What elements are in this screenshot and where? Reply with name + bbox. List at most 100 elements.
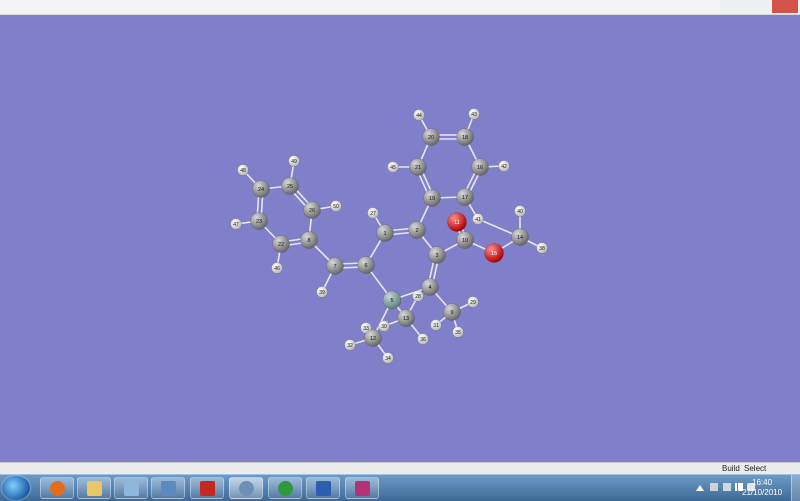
molecule-canvas[interactable]: 43441820494216214548252417195026 40274123… bbox=[0, 15, 800, 462]
atom-28[interactable]: 28 bbox=[412, 290, 424, 302]
atom-label: 42 bbox=[501, 164, 507, 170]
atom-18[interactable]: 18 bbox=[456, 128, 474, 146]
atom-6[interactable]: 6 bbox=[357, 256, 375, 274]
acrobat-icon bbox=[200, 481, 215, 496]
atom-42[interactable]: 42 bbox=[498, 160, 510, 172]
atom-9[interactable]: 9 bbox=[443, 303, 461, 321]
atom-38[interactable]: 38 bbox=[536, 242, 548, 254]
molecule-viewport[interactable]: 43 44 18 20 49 42 16 21 45 48 25 24 17 19 50 26 40 27 41 23… bbox=[0, 15, 800, 462]
taskbar-3d-app[interactable] bbox=[345, 477, 379, 499]
atom-24[interactable]: 24 bbox=[252, 180, 270, 198]
atom-35[interactable]: 35 bbox=[452, 326, 464, 338]
taskbar-notepad[interactable] bbox=[114, 477, 148, 499]
atom-45[interactable]: 45 bbox=[387, 161, 399, 173]
taskbar-window[interactable] bbox=[151, 477, 185, 499]
atom-39[interactable]: 39 bbox=[316, 286, 328, 298]
atom-14[interactable]: 14 bbox=[511, 228, 529, 246]
atom-11[interactable]: 11 bbox=[447, 212, 467, 232]
atom-label: 1 bbox=[383, 231, 386, 237]
taskbar-icd-app[interactable] bbox=[268, 477, 302, 499]
taskbar-folder[interactable] bbox=[77, 477, 111, 499]
tray-arrow-icon[interactable] bbox=[696, 485, 704, 491]
atom-label: 5 bbox=[390, 298, 393, 304]
close-button[interactable] bbox=[772, 0, 798, 13]
atom-20[interactable]: 20 bbox=[422, 128, 440, 146]
atom-50[interactable]: 50 bbox=[330, 200, 342, 212]
start-button[interactable] bbox=[2, 476, 30, 500]
atom-label: 4 bbox=[428, 285, 431, 291]
atom-label: 34 bbox=[385, 356, 391, 362]
atom-label: 14 bbox=[517, 235, 523, 241]
maximize-button[interactable] bbox=[746, 0, 772, 13]
atom-label: 36 bbox=[420, 337, 426, 343]
taskbar-firefox[interactable] bbox=[40, 477, 74, 499]
clock-time[interactable]: 16:40 bbox=[752, 478, 772, 487]
atom-26[interactable]: 26 bbox=[303, 201, 321, 219]
atom-label: 40 bbox=[517, 209, 523, 215]
atom-19[interactable]: 19 bbox=[423, 189, 441, 207]
atom-43[interactable]: 43 bbox=[468, 108, 480, 120]
atom-label: 30 bbox=[381, 324, 387, 330]
atom-25[interactable]: 25 bbox=[281, 177, 299, 195]
atom-46[interactable]: 46 bbox=[271, 262, 283, 274]
atom-label: 6 bbox=[364, 263, 367, 269]
atom-1[interactable]: 1 bbox=[376, 224, 394, 242]
atom-13[interactable]: 13 bbox=[397, 309, 415, 327]
atom-label: 17 bbox=[462, 195, 468, 201]
atom-label: 16 bbox=[477, 165, 483, 171]
atom-47[interactable]: 47 bbox=[230, 218, 242, 230]
atom-49[interactable]: 49 bbox=[288, 155, 300, 167]
taskbar-word[interactable] bbox=[306, 477, 340, 499]
atom-30[interactable]: 30 bbox=[378, 320, 390, 332]
atom-3[interactable]: 3 bbox=[428, 246, 446, 264]
atom-22[interactable]: 22 bbox=[272, 235, 290, 253]
atom-41[interactable]: 41 bbox=[472, 213, 484, 225]
atom-label: 47 bbox=[233, 222, 239, 228]
taskbar-molecule-app[interactable] bbox=[229, 477, 263, 499]
folder-icon bbox=[87, 481, 102, 496]
atom-label: 31 bbox=[433, 323, 439, 329]
atom-17[interactable]: 17 bbox=[456, 188, 474, 206]
atom-34[interactable]: 34 bbox=[382, 352, 394, 364]
atom-15[interactable]: 15 bbox=[484, 243, 504, 263]
atom-label: 39 bbox=[319, 290, 325, 296]
atom-23[interactable]: 23 bbox=[250, 212, 268, 230]
atom-label: 2 bbox=[415, 228, 418, 234]
atom-label: 20 bbox=[428, 135, 434, 141]
atom-40[interactable]: 40 bbox=[514, 205, 526, 217]
window-icon bbox=[161, 481, 176, 496]
minimize-button[interactable] bbox=[720, 0, 746, 13]
atom-31[interactable]: 31 bbox=[430, 319, 442, 331]
atom-36[interactable]: 36 bbox=[417, 333, 429, 345]
atom-label: 38 bbox=[539, 246, 545, 252]
atom-label: 9 bbox=[450, 310, 453, 316]
atom-2[interactable]: 2 bbox=[408, 221, 426, 239]
atom-label: 29 bbox=[470, 300, 476, 306]
atom-44[interactable]: 44 bbox=[413, 109, 425, 121]
show-desktop-button[interactable] bbox=[791, 475, 800, 501]
atom-7[interactable]: 7 bbox=[326, 257, 344, 275]
atom-4[interactable]: 4 bbox=[421, 278, 439, 296]
atom-label: 45 bbox=[390, 165, 396, 171]
atom-8[interactable]: 8 bbox=[300, 231, 318, 249]
atom-32[interactable]: 32 bbox=[344, 339, 356, 351]
tray-device-icon[interactable] bbox=[710, 483, 718, 491]
atom-27[interactable]: 27 bbox=[367, 207, 379, 219]
atom-48[interactable]: 48 bbox=[237, 164, 249, 176]
atom-label: 23 bbox=[256, 219, 262, 225]
taskbar-acrobat[interactable] bbox=[190, 477, 224, 499]
atom-5[interactable]: 5 bbox=[382, 290, 402, 310]
tray-power-icon[interactable] bbox=[723, 483, 731, 491]
clock-date[interactable]: 21/10/2010 bbox=[742, 488, 782, 497]
atom-label: 49 bbox=[291, 159, 297, 165]
atom-label: 35 bbox=[455, 330, 461, 336]
atom-10[interactable]: 10 bbox=[456, 231, 474, 249]
atom-label: 44 bbox=[416, 113, 422, 119]
window-title-bar bbox=[0, 0, 800, 15]
atom-21[interactable]: 21 bbox=[409, 158, 427, 176]
atom-29[interactable]: 29 bbox=[467, 296, 479, 308]
atom-12[interactable]: 12 bbox=[364, 329, 382, 347]
atom-16[interactable]: 16 bbox=[471, 158, 489, 176]
atom-label: 48 bbox=[240, 168, 246, 174]
atom-label: 21 bbox=[415, 165, 421, 171]
